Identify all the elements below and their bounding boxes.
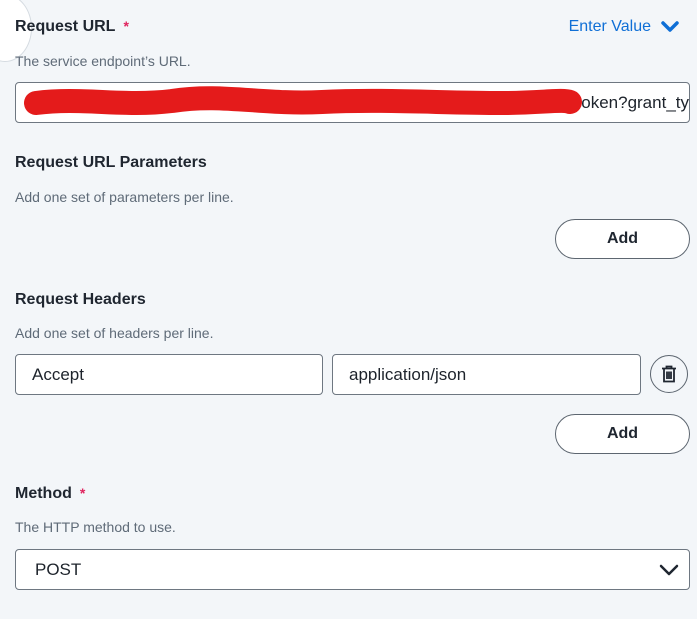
redaction-mark [24,86,582,116]
add-header-button[interactable]: Add [555,414,690,454]
method-help: The HTTP method to use. [15,519,176,535]
add-url-param-button[interactable]: Add [555,219,690,259]
enter-value-label: Enter Value [568,18,651,35]
headers-label: Request Headers [15,291,146,308]
required-mark: * [79,485,86,501]
request-url-value: oken?grant_ty [581,93,689,112]
trash-icon [662,365,676,383]
url-params-label: Request URL Parameters [15,154,207,171]
delete-header-button[interactable] [650,355,688,393]
enter-value-toggle[interactable]: Enter Value [569,18,679,36]
chevron-down-icon [659,564,679,576]
url-params-help: Add one set of parameters per line. [15,189,234,205]
request-url-label: Request URL * [15,18,129,35]
header-value-input[interactable]: application/json [332,354,641,395]
request-url-help: The service endpoint’s URL. [15,53,191,69]
required-mark: * [123,18,129,34]
header-key-input[interactable]: Accept [15,354,323,395]
method-selected-value: POST [35,560,82,579]
headers-help: Add one set of headers per line. [15,325,214,341]
chevron-down-icon [661,21,679,32]
request-url-input[interactable]: oken?grant_ty [15,82,690,123]
method-select[interactable]: POST [15,549,690,590]
method-label: Method * [15,485,86,502]
